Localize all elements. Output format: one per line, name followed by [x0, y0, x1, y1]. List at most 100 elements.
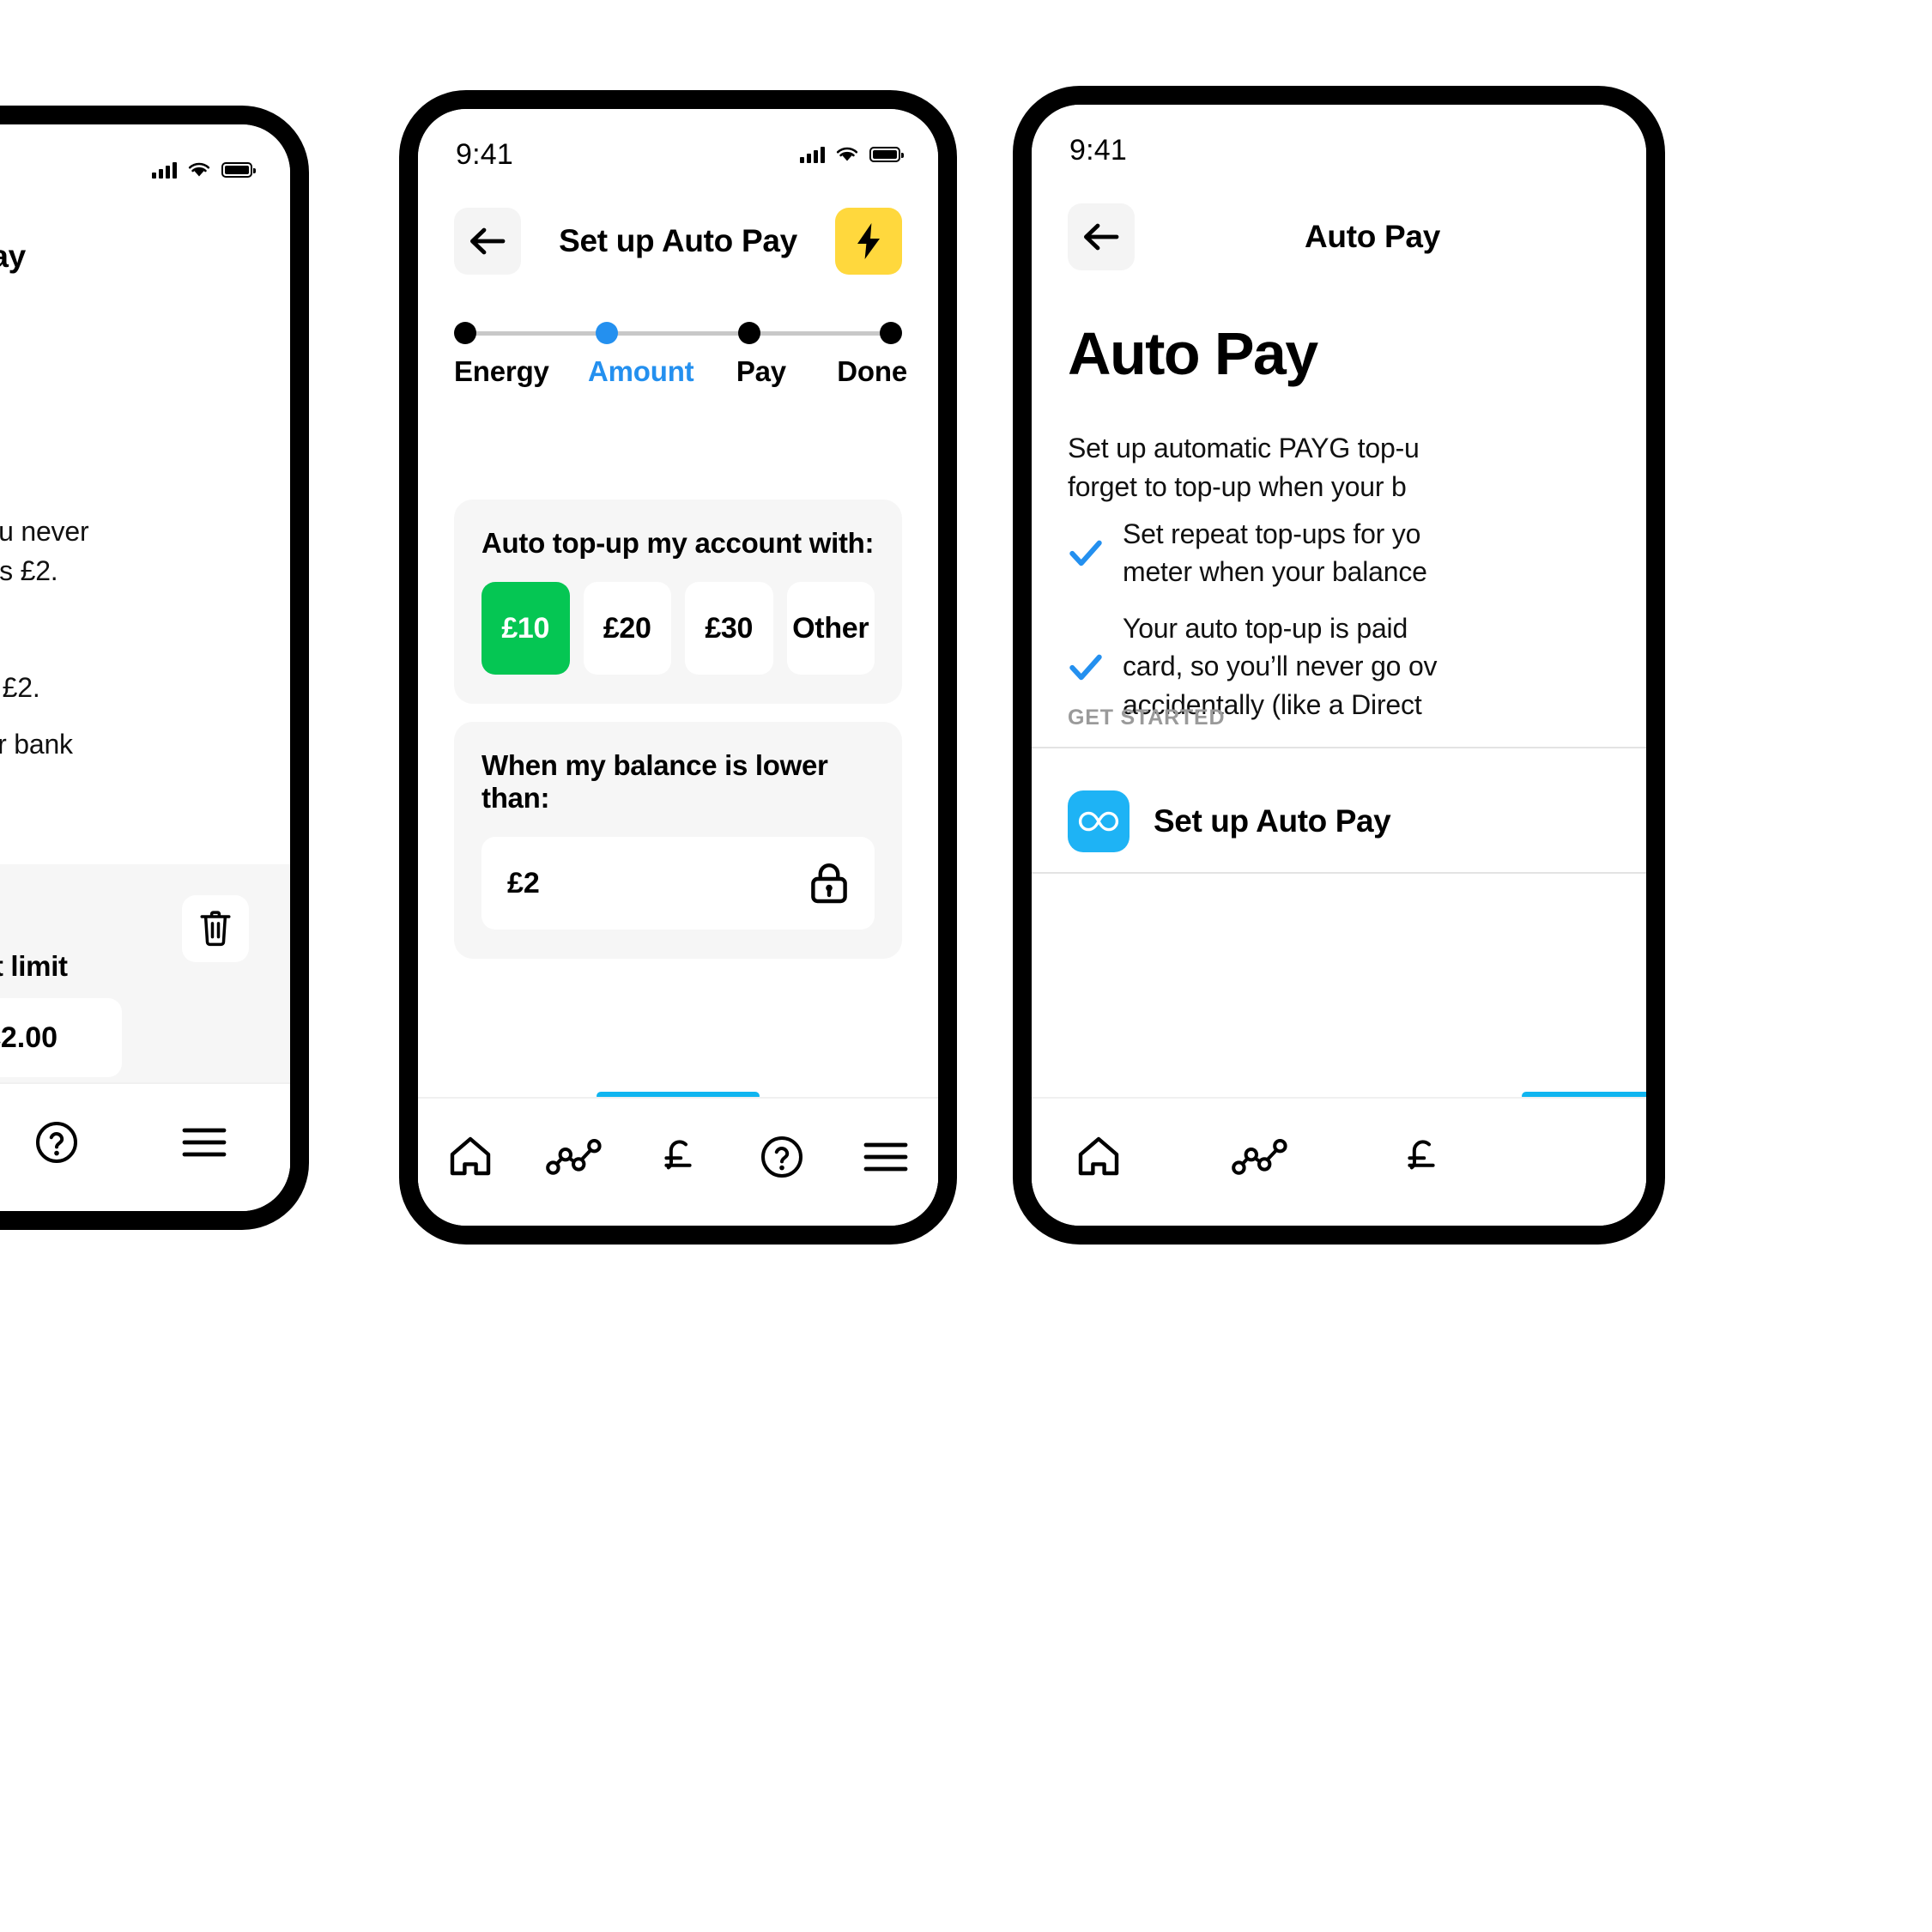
status-time-right: 9:41: [1069, 133, 1127, 167]
topup-amount-title: Auto top-up my account with:: [481, 527, 875, 559]
step-label-amount[interactable]: Amount: [588, 355, 694, 388]
menu-icon: [182, 1128, 227, 1157]
bolt-icon: [857, 223, 880, 259]
signal-icon: [152, 161, 177, 179]
arrow-left-icon: [470, 227, 506, 255]
page-title-center: Set up Auto Pay: [559, 223, 797, 258]
step-label-pay[interactable]: Pay: [736, 355, 786, 388]
balance-threshold-value: £2: [507, 866, 540, 899]
tab-usage-right[interactable]: [1224, 1124, 1296, 1190]
left-paragraph-4: your balance reaches £2.: [0, 672, 40, 703]
status-bar-left: [0, 150, 290, 190]
check-icon: [1069, 540, 1102, 566]
battery-icon: [221, 162, 256, 178]
delete-button[interactable]: [182, 895, 249, 962]
usage-icon: [545, 1139, 602, 1175]
status-bar-center: 9:41: [418, 135, 938, 174]
stepper-dots: [454, 322, 902, 344]
left-paragraph-5: op-up is paid with your bank: [0, 729, 73, 760]
lock-icon: [811, 863, 847, 904]
check-icon: [1069, 654, 1102, 680]
phone-right: 9:41 Auto Pay Auto Pay Set up automatic …: [1013, 86, 1665, 1245]
progress-stepper: Energy Amount Pay Done: [454, 322, 907, 388]
balance-threshold-title: When my balance is lower than:: [481, 749, 828, 814]
back-button-right[interactable]: [1068, 203, 1135, 270]
screenshot-stage: Auto Pay c PAYG top-ups so you never whe…: [0, 0, 1932, 1932]
tab-bar-right: [1032, 1097, 1646, 1226]
help-icon: [761, 1136, 803, 1178]
stepper-track: [454, 322, 902, 344]
nav-bar-left: Auto Pay: [0, 217, 290, 296]
step-label-energy[interactable]: Energy: [454, 355, 549, 388]
benefit-item-1: Set repeat top-ups for yo meter when you…: [1068, 515, 1646, 591]
infinity-icon-tile: [1068, 790, 1130, 852]
trash-icon: [200, 911, 231, 947]
boost-button[interactable]: [835, 208, 902, 275]
left-paragraph-1: c PAYG top-ups so you never: [0, 516, 89, 547]
phone-left-screen: Auto Pay c PAYG top-ups so you never whe…: [0, 124, 290, 1211]
wifi-icon: [188, 162, 210, 177]
balance-threshold-card: When my balance is lower than: £2: [454, 722, 902, 959]
credit-limit-label: Credit limit: [0, 950, 68, 982]
status-icons-center: [800, 146, 904, 163]
divider-bottom: [1032, 872, 1646, 874]
left-paragraph-2: when your balance hits £2.: [0, 555, 58, 586]
step-label-done[interactable]: Done: [837, 355, 907, 388]
battery-icon: [869, 147, 904, 162]
benefit-1-line-1: Set repeat top-ups for yo: [1123, 518, 1421, 549]
phone-left: Auto Pay c PAYG top-ups so you never whe…: [0, 106, 309, 1230]
benefit-2-line-2: card, so you’ll never go ov: [1123, 651, 1438, 682]
page-title-right: Auto Pay: [1305, 219, 1440, 254]
step-dot-done[interactable]: [879, 322, 902, 344]
amount-option-other[interactable]: Other: [786, 582, 875, 675]
stepper-labels: Energy Amount Pay Done: [454, 355, 907, 388]
home-icon: [450, 1136, 490, 1176]
tab-usage-center[interactable]: [538, 1124, 610, 1190]
amount-option-30[interactable]: £30: [685, 582, 773, 675]
phone-center: 9:41 Set up Auto Pay Energy Amount Pay D…: [399, 90, 957, 1245]
home-icon: [1078, 1136, 1119, 1176]
tab-pound-center[interactable]: [642, 1124, 714, 1190]
tab-pound-right[interactable]: [1385, 1124, 1457, 1190]
pound-icon: [664, 1140, 692, 1170]
page-title-left: Auto Pay: [0, 239, 26, 274]
signal-icon: [800, 146, 825, 163]
benefit-text-1: Set repeat top-ups for yo meter when you…: [1123, 515, 1427, 591]
step-dot-pay[interactable]: [737, 322, 760, 344]
back-button[interactable]: [454, 208, 521, 275]
amount-options: £10 £20 £30 Other: [481, 582, 875, 675]
nav-bar-right: Auto Pay: [1032, 197, 1646, 276]
intro-line-1: Set up automatic PAYG top-u: [1068, 433, 1420, 463]
phone-right-screen: 9:41 Auto Pay Auto Pay Set up automatic …: [1032, 105, 1646, 1226]
topup-amount-card: Auto top-up my account with: £10 £20 £30…: [454, 500, 902, 704]
tab-help-center[interactable]: [746, 1124, 818, 1190]
list-item-label: Set up Auto Pay: [1154, 803, 1391, 839]
tab-bar-left: [0, 1082, 290, 1211]
intro-text-right: Set up automatic PAYG top-u forget to to…: [1068, 429, 1646, 507]
credit-limit-value[interactable]: £2.00: [0, 998, 122, 1077]
tab-menu-center[interactable]: [850, 1124, 922, 1190]
pound-icon: [1408, 1140, 1435, 1170]
screen-title-right: Auto Pay: [1068, 320, 1318, 387]
tab-bar-center: [418, 1097, 938, 1226]
tab-menu-left[interactable]: [168, 1110, 240, 1175]
tab-home-center[interactable]: [434, 1124, 506, 1190]
get-started-label: GET STARTED: [1068, 706, 1226, 730]
divider-top: [1032, 747, 1646, 748]
status-time-center: 9:41: [456, 137, 513, 171]
tab-home-right[interactable]: [1063, 1124, 1135, 1190]
menu-icon: [863, 1142, 908, 1172]
phone-center-screen: 9:41 Set up Auto Pay Energy Amount Pay D…: [418, 109, 938, 1226]
step-dot-energy[interactable]: [454, 322, 476, 344]
wifi-icon: [836, 147, 858, 161]
amount-option-10[interactable]: £10: [481, 582, 570, 675]
list-item-setup-auto-pay[interactable]: Set up Auto Pay: [1068, 771, 1646, 872]
tab-help-left[interactable]: [21, 1110, 93, 1175]
balance-threshold-field[interactable]: £2: [481, 837, 875, 930]
step-dot-amount[interactable]: [596, 322, 619, 344]
status-bar-right: 9:41: [1032, 130, 1646, 170]
arrow-left-icon: [1084, 223, 1119, 251]
intro-line-2: forget to top-up when your b: [1068, 471, 1407, 503]
benefit-1-line-2: meter when your balance: [1123, 556, 1427, 588]
amount-option-20[interactable]: £20: [583, 582, 671, 675]
